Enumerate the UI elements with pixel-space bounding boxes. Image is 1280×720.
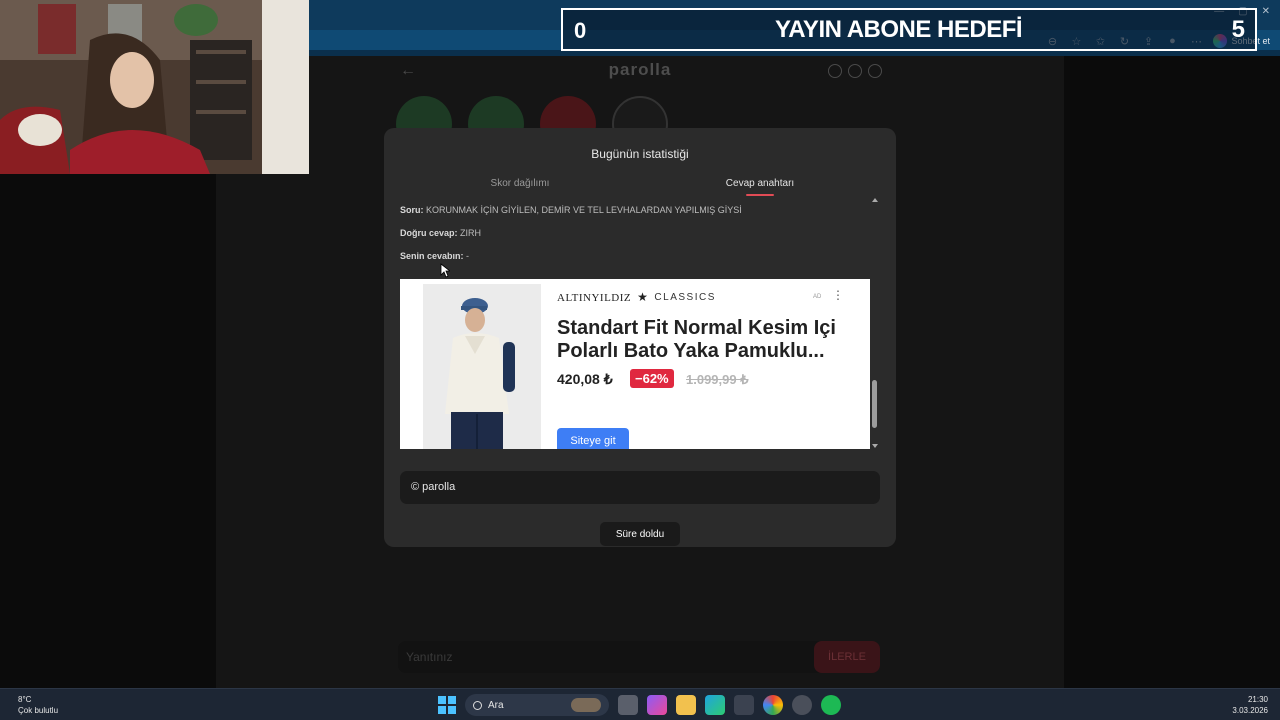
tab-answer-key[interactable]: Cevap anahtarı: [632, 178, 888, 189]
product-photo-illustration: [423, 284, 541, 449]
visit-site-button[interactable]: Siteye git: [557, 428, 629, 449]
product-image[interactable]: [423, 284, 541, 449]
stats-icon[interactable]: [848, 64, 862, 78]
goal-title: YAYIN ABONE HEDEFİ: [775, 16, 1023, 43]
credit-text: © parolla: [411, 481, 456, 493]
modal-scrollbar[interactable]: [871, 198, 879, 448]
submit-button[interactable]: İLERLE: [814, 641, 880, 673]
search-label: Ara: [488, 699, 504, 711]
chrome-icon[interactable]: [763, 695, 783, 715]
start-button-icon[interactable]: [438, 696, 456, 714]
correct-answer-label: Doğru cevap:: [400, 228, 458, 238]
temperature: 8°C: [18, 695, 32, 704]
discount-badge: −62%: [630, 369, 674, 388]
brand-name: ALTINYILDIZ: [557, 291, 632, 304]
clock-time: 21:30: [1247, 695, 1268, 704]
close-icon[interactable]: ✕: [1262, 6, 1270, 17]
search-highlight-icon: [571, 698, 601, 712]
screen: — ▢ ✕ ⊖ ☆ ✩ ↻ ⇪ ● ⋯ Sohbet et ← parolla: [0, 0, 1280, 720]
goal-current: 0: [574, 18, 587, 43]
ad-brand[interactable]: ALTINYILDIZ ★ CLASSICS: [557, 290, 716, 305]
tab-score-distribution[interactable]: Skor dağılımı: [392, 178, 648, 189]
ad-options-icon[interactable]: ⋮: [832, 288, 844, 302]
scroll-down-icon[interactable]: [872, 444, 878, 448]
taskbar-search[interactable]: Ara: [465, 694, 609, 716]
clock-date: 3.03.2026: [1232, 706, 1268, 715]
question-text: KORUNMAK İÇİN GİYİLEN, DEMİR VE TEL LEVH…: [426, 205, 742, 215]
advertisement[interactable]: ALTINYILDIZ ★ CLASSICS AD ⋮ Standart Fit…: [400, 279, 870, 449]
ad-marker: AD: [813, 294, 822, 300]
subscriber-goal-overlay: 0 YAYIN ABONE HEDEFİ 5: [561, 8, 1257, 51]
file-explorer-icon[interactable]: [676, 695, 696, 715]
obs-icon[interactable]: [792, 695, 812, 715]
modal-title: Bugünün istatistiği: [591, 147, 689, 161]
brand-star-icon: ★: [637, 290, 649, 304]
your-answer-row: Senin cevabın: -: [400, 251, 870, 261]
game-title: parolla: [608, 60, 672, 79]
store-icon[interactable]: [734, 695, 754, 715]
correct-answer-row: Doğru cevap: ZIRH: [400, 228, 870, 238]
search-icon: [473, 700, 482, 710]
game-header: ← parolla: [384, 56, 896, 86]
webcam-overlay: [0, 0, 309, 174]
spotify-icon[interactable]: [821, 695, 841, 715]
correct-answer-text: ZIRH: [460, 228, 482, 238]
goal-target: 5: [1231, 16, 1245, 43]
old-price: 1.099,99 ₺: [686, 372, 749, 387]
task-view-icon[interactable]: [618, 695, 638, 715]
answer-placeholder: Yanıtınız: [406, 650, 453, 664]
credit-bar: © parolla: [400, 471, 880, 504]
scroll-thumb[interactable]: [872, 380, 877, 428]
ad-product-title[interactable]: Standart Fit Normal Kesim Içi Polarlı Ba…: [557, 317, 857, 363]
question-label: Soru:: [400, 205, 424, 215]
taskbar: 8°C Çok bulutlu Ara 21:30 3.03.2026: [0, 688, 1280, 720]
weather-widget[interactable]: 8°C Çok bulutlu: [18, 694, 58, 716]
question-row: Soru: KORUNMAK İÇİN GİYİLEN, DEMİR VE TE…: [400, 205, 870, 215]
answer-input[interactable]: Yanıtınız İLERLE: [398, 641, 880, 673]
mouse-cursor-icon: [440, 263, 450, 278]
scroll-up-icon[interactable]: [872, 198, 878, 202]
your-answer-text: -: [466, 251, 470, 261]
brand-sub: CLASSICS: [654, 292, 716, 303]
edge-browser-icon[interactable]: [705, 695, 725, 715]
weather-condition: Çok bulutlu: [18, 706, 59, 715]
webcam-feed: [0, 0, 309, 174]
copilot-app-icon[interactable]: [647, 695, 667, 715]
header-icons: [828, 64, 882, 78]
modal-tabs: Skor dağılımı Cevap anahtarı: [384, 178, 896, 198]
stats-modal: Bugünün istatistiği Skor dağılımı Cevap …: [384, 128, 896, 547]
your-answer-label: Senin cevabın:: [400, 251, 464, 261]
active-tab-indicator: [746, 194, 774, 196]
time-up-button[interactable]: Süre doldu: [600, 522, 680, 546]
ad-price: 420,08 ₺: [557, 371, 613, 387]
taskbar-apps: Ara: [438, 693, 841, 717]
profile-icon[interactable]: [868, 64, 882, 78]
info-icon[interactable]: [828, 64, 842, 78]
clock[interactable]: 21:30 3.03.2026: [1232, 694, 1268, 716]
